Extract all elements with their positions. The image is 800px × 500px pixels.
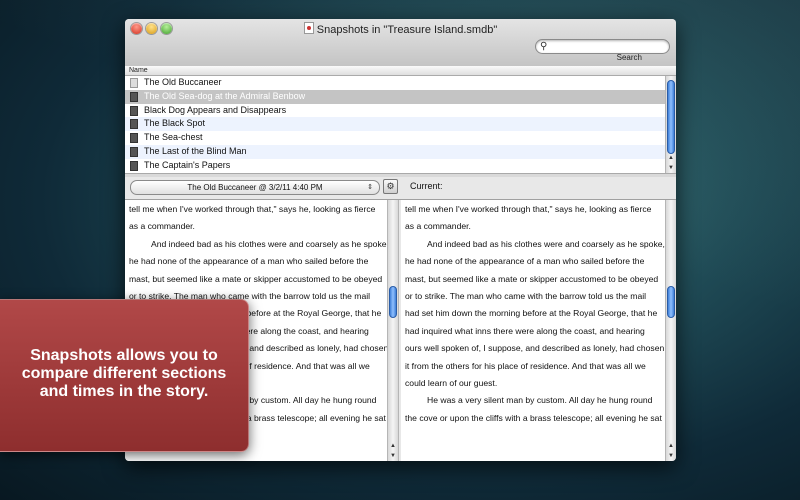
current-pane-scrollbar[interactable]: ▲ ▼ bbox=[665, 200, 676, 461]
text-line: And indeed bad as his clothes were and c… bbox=[151, 238, 387, 249]
list-item-label: The Old Buccaneer bbox=[144, 77, 222, 87]
text-line: had inquired what inns there were along … bbox=[405, 325, 645, 336]
text-line: the cove or upon the cliffs with a brass… bbox=[405, 412, 662, 423]
list-item-label: The Old Sea-dog at the Admiral Benbow bbox=[144, 90, 306, 101]
popup-arrows-icon: ⇕ bbox=[367, 184, 373, 191]
list-item[interactable]: The Old Sea-dog at the Admiral Benbow bbox=[125, 89, 665, 104]
search-label: Search bbox=[616, 53, 642, 62]
list-item[interactable]: The Old Buccaneer bbox=[125, 76, 665, 90]
gear-icon[interactable]: ⚙ bbox=[383, 179, 398, 194]
list-item[interactable]: The Last of the Blind Man bbox=[125, 144, 665, 159]
text-line: as a commander. bbox=[405, 221, 471, 232]
title-bar: Snapshots in "Treasure Island.smdb" ⚲ Se… bbox=[125, 19, 676, 67]
list-scrollbar[interactable]: ▲ ▼ bbox=[665, 76, 676, 173]
text-line: had set him down the morning before at t… bbox=[405, 308, 658, 319]
document-icon bbox=[130, 119, 138, 130]
document-icon bbox=[303, 22, 314, 34]
snapshot-list: The Old Buccaneer The Old Sea-dog at the … bbox=[125, 76, 665, 173]
search-icon: ⚲ bbox=[540, 41, 548, 52]
scroll-up-arrow-icon[interactable]: ▲ bbox=[388, 441, 398, 451]
list-item-label: Black Dog Appears and Disappears bbox=[144, 104, 287, 115]
scroll-up-arrow-icon[interactable]: ▲ bbox=[666, 441, 676, 451]
snapshot-popup[interactable]: The Old Buccaneer @ 3/2/11 4:40 PM ⇕ bbox=[130, 180, 380, 195]
document-icon bbox=[130, 160, 138, 171]
text-line: tell me when I've worked through that," … bbox=[129, 204, 376, 214]
document-icon bbox=[130, 91, 138, 102]
text-line: tell me when I've worked through that," … bbox=[405, 204, 652, 214]
text-line: And indeed bad as his clothes were and c… bbox=[427, 238, 665, 249]
callout-text: Snapshots allows you to compare differen… bbox=[21, 347, 227, 400]
document-icon bbox=[130, 78, 138, 88]
list-item-label: The Captain's Papers bbox=[144, 159, 231, 170]
document-icon bbox=[130, 133, 138, 144]
feature-callout: Snapshots allows you to compare differen… bbox=[0, 299, 249, 452]
list-item[interactable]: The Sea-chest bbox=[125, 131, 665, 145]
scroll-down-arrow-icon[interactable]: ▼ bbox=[388, 451, 398, 461]
text-line: He was a very silent man by custom. All … bbox=[427, 395, 653, 406]
text-line: could learn of our guest. bbox=[405, 378, 498, 389]
current-text: tell me when I've worked through that," … bbox=[401, 200, 666, 427]
text-line: it from the others for his place of resi… bbox=[405, 360, 646, 371]
list-item-label: The Black Spot bbox=[144, 118, 206, 129]
text-line: ours well spoken of, I suppose, and desc… bbox=[405, 343, 665, 354]
scroll-down-arrow-icon[interactable]: ▼ bbox=[666, 451, 676, 461]
document-icon bbox=[130, 105, 138, 116]
text-line: as a commander. bbox=[129, 221, 195, 232]
search-input[interactable]: ⚲ bbox=[535, 39, 670, 54]
current-text-pane[interactable]: tell me when I've worked through that," … bbox=[401, 200, 666, 461]
list-item[interactable]: Black Dog Appears and Disappears bbox=[125, 104, 665, 118]
document-icon bbox=[130, 146, 138, 157]
window-title: Snapshots in "Treasure Island.smdb" bbox=[125, 22, 676, 36]
list-scrollbar-thumb[interactable] bbox=[667, 80, 675, 154]
snapshot-pane-scrollbar[interactable]: ▲ ▼ bbox=[387, 200, 399, 461]
compare-toolbar: The Old Buccaneer @ 3/2/11 4:40 PM ⇕ ⚙ C… bbox=[125, 177, 676, 200]
current-pane-scrollbar-thumb[interactable] bbox=[667, 286, 675, 318]
current-label: Current: bbox=[410, 181, 443, 191]
snapshot-pane-scrollbar-thumb[interactable] bbox=[389, 286, 397, 318]
snapshot-popup-label: The Old Buccaneer @ 3/2/11 4:40 PM bbox=[187, 183, 323, 192]
name-column-header[interactable]: Name bbox=[125, 66, 676, 76]
list-item-label: The Sea-chest bbox=[144, 132, 203, 143]
list-item[interactable]: The Black Spot bbox=[125, 117, 665, 132]
text-line: he had none of the appearance of a man w… bbox=[129, 256, 369, 267]
text-line: he had none of the appearance of a man w… bbox=[405, 256, 645, 267]
text-line: or to strike. The man who came with the … bbox=[405, 291, 647, 302]
window-title-text: Snapshots in "Treasure Island.smdb" bbox=[316, 24, 498, 36]
list-item[interactable]: The Captain's Papers bbox=[125, 159, 665, 173]
list-item-label: The Last of the Blind Man bbox=[144, 145, 247, 156]
scroll-down-arrow-icon[interactable]: ▼ bbox=[666, 163, 676, 173]
text-line: mast, but seemed like a mate or skipper … bbox=[405, 273, 659, 284]
text-line: mast, but seemed like a mate or skipper … bbox=[129, 273, 383, 284]
scroll-up-arrow-icon[interactable]: ▲ bbox=[666, 153, 676, 163]
